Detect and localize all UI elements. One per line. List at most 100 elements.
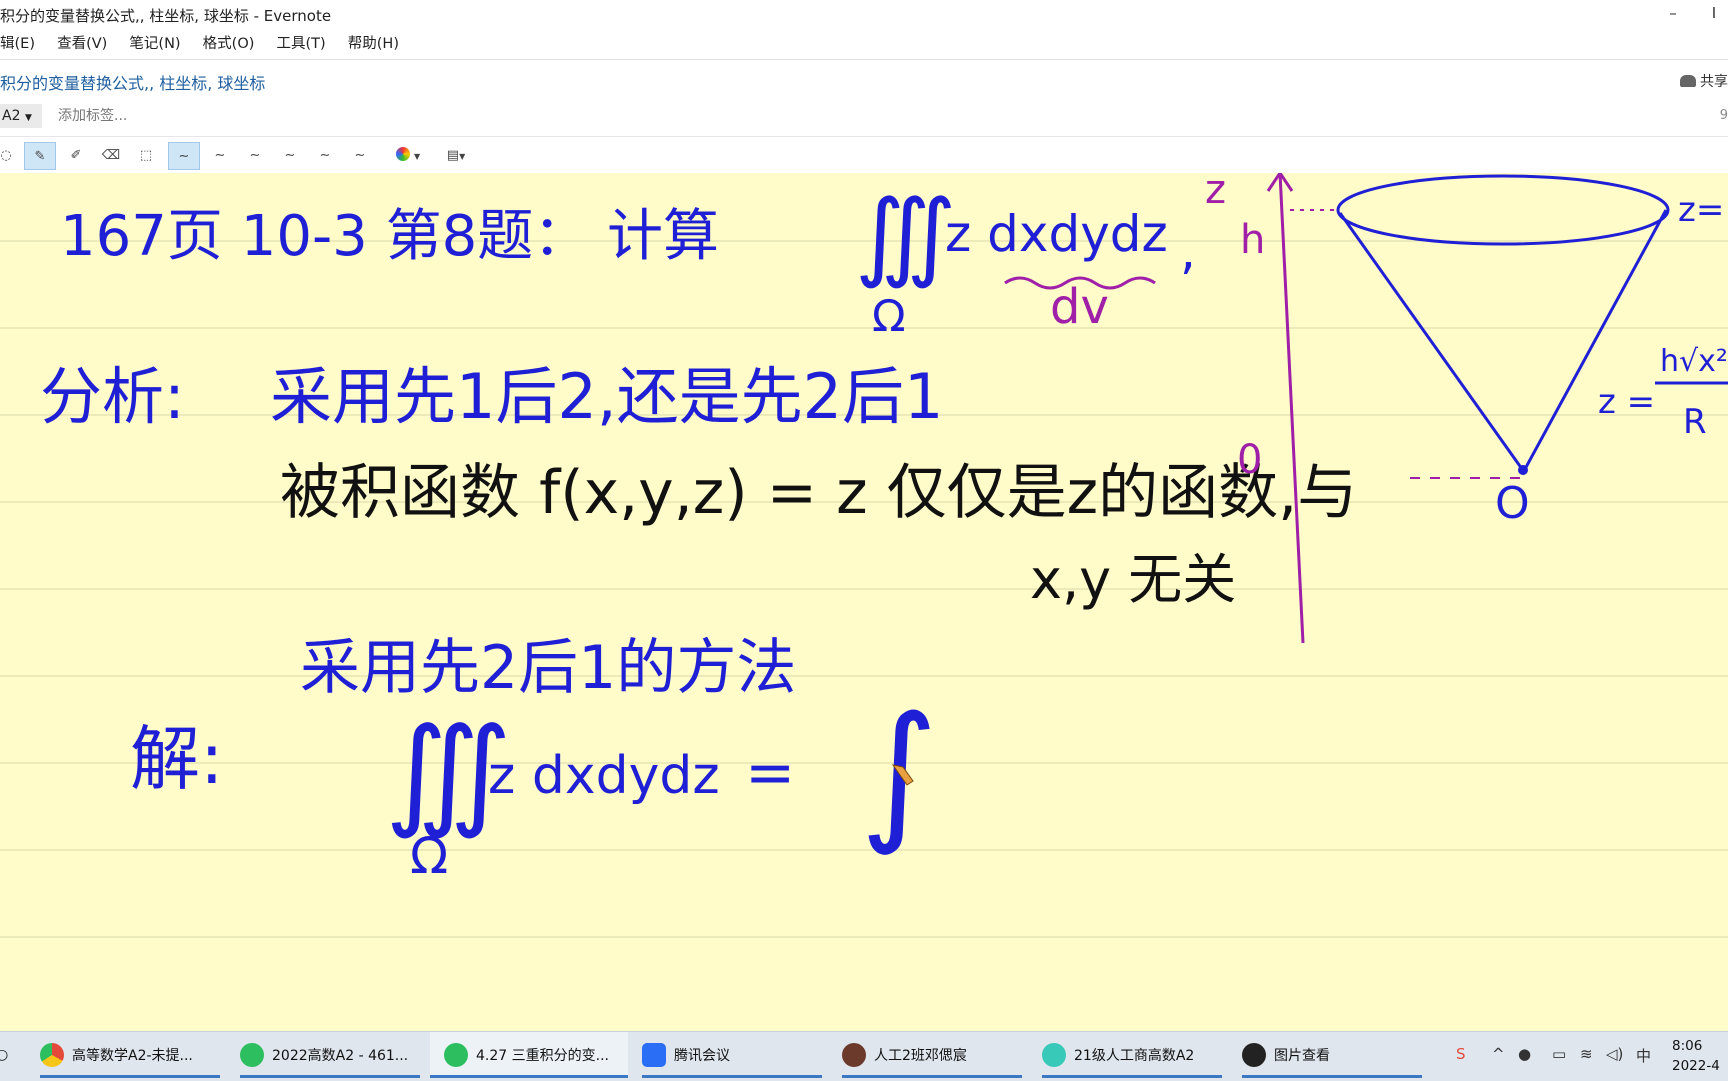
taskbar-item-tencent[interactable]: 腾讯会议 bbox=[642, 1032, 822, 1078]
omega-1: Ω bbox=[872, 291, 906, 342]
title-bar: 积分的变量替换公式,, 柱坐标, 球坐标 - Evernote – I bbox=[0, 0, 1728, 28]
bulb-icon bbox=[1042, 1043, 1066, 1067]
integrand-2: z dxdydz bbox=[488, 746, 720, 806]
tag-input[interactable]: 添加标签... bbox=[58, 104, 127, 128]
share-button[interactable]: 共享 bbox=[1680, 71, 1728, 91]
highlighter-icon[interactable]: ✐ bbox=[60, 142, 92, 170]
running-indicator bbox=[1042, 1075, 1222, 1078]
sogou-icon[interactable]: S bbox=[1456, 1045, 1466, 1063]
volume-icon[interactable]: ◁) bbox=[1606, 1045, 1623, 1063]
height-label-h: h bbox=[1240, 217, 1265, 263]
fill-icon[interactable]: ▤▼ bbox=[436, 142, 476, 170]
ink-canvas[interactable]: 167页 10-3 第8题： 计算 ∭ z dxdydz , Ω dv 分析: … bbox=[0, 173, 1728, 1031]
line4-text: x,y 无关 bbox=[1030, 548, 1236, 611]
cone-diagram: z h 0 O z= z = h√x² R bbox=[1205, 173, 1728, 644]
battery-icon[interactable]: ▭ bbox=[1552, 1045, 1566, 1063]
search-icon[interactable]: ○ bbox=[0, 1032, 26, 1078]
taskbar-label: 2022高数A2 - 461... bbox=[272, 1048, 409, 1064]
cone-eq-lhs: z = bbox=[1598, 382, 1655, 422]
clock-time: 8:06 bbox=[1672, 1038, 1703, 1054]
stroke-4-icon[interactable]: ∼ bbox=[274, 142, 306, 170]
menu-tools[interactable]: 工具(T) bbox=[277, 30, 326, 58]
system-tray: S ^ ● ▭ ≋ ◁) 中 8:06 2022-4 bbox=[1440, 1032, 1728, 1081]
line5-text: 采用先2后1的方法 bbox=[300, 633, 796, 703]
chrome-icon bbox=[40, 1043, 64, 1067]
taskbar-item-chrome[interactable]: 高等数学A2-未提... bbox=[40, 1032, 220, 1078]
taskbar-item-evernote-2[interactable]: 4.27 三重积分的变... bbox=[430, 1032, 628, 1078]
menu-note[interactable]: 笔记(N) bbox=[129, 30, 180, 58]
integral-sign: ∭ bbox=[855, 179, 956, 291]
evernote-icon bbox=[240, 1043, 264, 1067]
taskbar-label: 腾讯会议 bbox=[674, 1048, 730, 1064]
line3-text: 被积函数 f(x,y,z) = z 仅仅是z的函数,与 bbox=[280, 458, 1357, 528]
cone-eq-den: R bbox=[1683, 402, 1707, 442]
origin-label: O bbox=[1495, 478, 1530, 529]
stroke-3-icon[interactable]: ∼ bbox=[239, 142, 271, 170]
notebook-selector[interactable]: A2 ▼ bbox=[0, 104, 42, 128]
omega-2: Ω bbox=[410, 827, 448, 885]
ime-indicator[interactable]: 中 bbox=[1636, 1045, 1651, 1066]
taskbar-label: 图片查看 bbox=[1274, 1048, 1330, 1064]
window-title: 积分的变量替换公式,, 柱坐标, 球坐标 - Evernote bbox=[0, 7, 332, 25]
running-indicator bbox=[642, 1075, 822, 1078]
dv-label: dv bbox=[1050, 279, 1109, 335]
taskbar-label: 4.27 三重积分的变... bbox=[476, 1048, 609, 1064]
menu-view[interactable]: 查看(V) bbox=[57, 30, 107, 58]
solution-label: 解: bbox=[130, 718, 224, 800]
close-button[interactable]: I bbox=[1700, 0, 1728, 28]
pen-icon[interactable]: ✎ bbox=[24, 142, 56, 170]
menu-edit[interactable]: 辑(E) bbox=[0, 30, 35, 58]
stroke-5-icon[interactable]: ∼ bbox=[309, 142, 341, 170]
taskbar-label: 21级人工商高数A2 bbox=[1074, 1048, 1195, 1064]
chevron-down-icon: ▼ bbox=[24, 113, 32, 123]
taskbar-label: 人工2班邓偲宸 bbox=[874, 1048, 967, 1064]
cone-top-ellipse bbox=[1336, 174, 1670, 246]
running-indicator bbox=[40, 1075, 220, 1078]
zero-mark: 0 bbox=[1237, 437, 1262, 483]
share-label: 共享 bbox=[1700, 74, 1728, 90]
notebook-name: A2 bbox=[2, 108, 21, 124]
plane-label: z= bbox=[1678, 190, 1724, 230]
avatar-icon bbox=[842, 1043, 866, 1067]
minimize-button[interactable]: – bbox=[1650, 0, 1696, 28]
stroke-6-icon[interactable]: ∼ bbox=[344, 142, 376, 170]
menu-help[interactable]: 帮助(H) bbox=[348, 30, 399, 58]
tag-row: A2 ▼ 添加标签... 9 bbox=[0, 104, 1728, 128]
taskbar-label: 高等数学A2-未提... bbox=[72, 1048, 193, 1064]
running-indicator bbox=[842, 1075, 1022, 1078]
clock[interactable]: 8:06 2022-4 bbox=[1672, 1036, 1728, 1076]
selection-icon[interactable]: ⬚ bbox=[130, 142, 162, 170]
cone-eq-num: h√x² bbox=[1660, 344, 1728, 379]
note-title[interactable]: 积分的变量替换公式,, 柱坐标, 球坐标 bbox=[0, 70, 265, 94]
stroke-2-icon[interactable]: ∼ bbox=[204, 142, 236, 170]
menu-format[interactable]: 格式(O) bbox=[203, 30, 255, 58]
qq-tray-icon[interactable]: ● bbox=[1518, 1045, 1531, 1063]
taskbar-item-avatar[interactable]: 人工2班邓偲宸 bbox=[842, 1032, 1022, 1078]
taskbar-item-qq[interactable]: 图片查看 bbox=[1242, 1032, 1422, 1078]
ink-toolbar: ◌ ✎ ✐ ⌫ ⬚ ∼ ∼ ∼ ∼ ∼ ∼ ▼ ▤▼ bbox=[0, 140, 1728, 172]
taskbar-item-evernote-1[interactable]: 2022高数A2 - 461... bbox=[240, 1032, 420, 1078]
axis-label-z: z bbox=[1205, 173, 1226, 213]
lasso-icon[interactable]: ◌ bbox=[0, 142, 22, 170]
chevron-up-icon[interactable]: ^ bbox=[1492, 1045, 1505, 1063]
equals: = bbox=[745, 738, 795, 808]
taskbar-item-bulb[interactable]: 21级人工商高数A2 bbox=[1042, 1032, 1222, 1078]
ink-drawing[interactable]: 167页 10-3 第8题： 计算 ∭ z dxdydz , Ω dv 分析: … bbox=[0, 173, 1728, 1031]
taskbar: ○ 高等数学A2-未提... 2022高数A2 - 461... 4.27 三重… bbox=[0, 1031, 1728, 1081]
running-indicator bbox=[1242, 1075, 1422, 1078]
color-picker-icon[interactable]: ▼ bbox=[388, 142, 428, 170]
qq-icon bbox=[1242, 1043, 1266, 1067]
right-number: 9 bbox=[1719, 108, 1728, 123]
wifi-icon[interactable]: ≋ bbox=[1580, 1045, 1593, 1063]
clock-date: 2022-4 bbox=[1672, 1058, 1720, 1074]
line1-text: 167页 10-3 第8题： 计算 bbox=[60, 204, 719, 269]
comma: , bbox=[1180, 222, 1196, 280]
integrand: z dxdydz bbox=[945, 205, 1168, 263]
tencent-meeting-icon bbox=[642, 1043, 666, 1067]
eraser-icon[interactable]: ⌫ bbox=[95, 142, 127, 170]
divider bbox=[0, 59, 1728, 60]
running-indicator bbox=[430, 1075, 628, 1078]
line2b-text: 采用先1后2,还是先2后1 bbox=[270, 360, 944, 433]
stroke-1-icon[interactable]: ∼ bbox=[168, 142, 200, 170]
menu-bar: 辑(E) 查看(V) 笔记(N) 格式(O) 工具(T) 帮助(H) bbox=[0, 30, 1728, 58]
